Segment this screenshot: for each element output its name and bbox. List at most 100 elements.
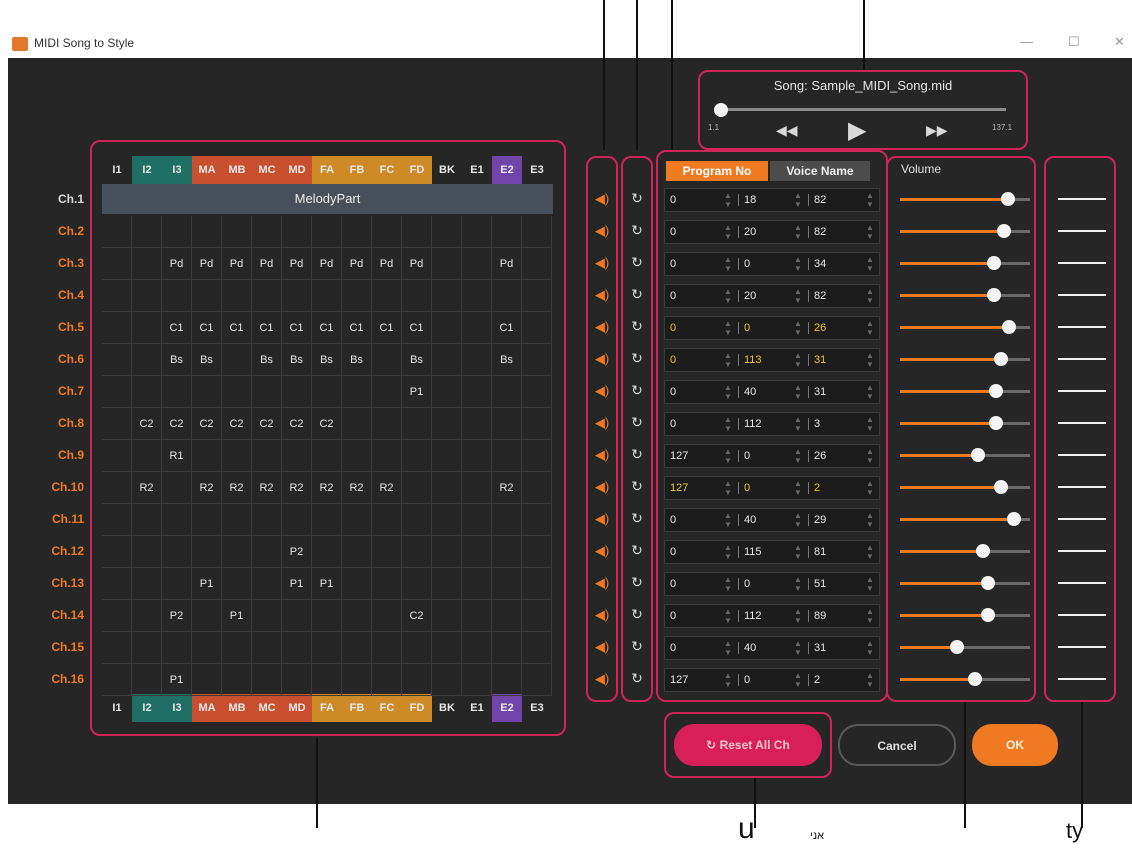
pan-indicator[interactable] — [1058, 262, 1106, 264]
program-input[interactable]: 0 — [670, 252, 676, 276]
grid-cell[interactable]: R2 — [192, 472, 222, 504]
grid-cell[interactable] — [192, 536, 222, 568]
part-header-fb[interactable]: FB — [342, 156, 372, 184]
part-header-i3[interactable]: I3 — [162, 156, 192, 184]
grid-cell[interactable] — [132, 216, 162, 248]
part-header-e3[interactable]: E3 — [522, 694, 552, 722]
minimize-button[interactable]: — — [1020, 34, 1033, 49]
grid-cell[interactable] — [222, 216, 252, 248]
reset-icon[interactable]: ↻ — [626, 542, 648, 559]
spin-arrows-icon[interactable]: ▲ ▼ — [866, 287, 876, 305]
grid-cell[interactable] — [102, 440, 132, 472]
msb-input[interactable]: 115 — [744, 540, 762, 564]
lsb-input[interactable]: 2 — [814, 668, 820, 692]
msb-input[interactable]: 0 — [744, 476, 750, 500]
part-header-e3[interactable]: E3 — [522, 156, 552, 184]
spin-arrows-icon[interactable]: ▲ ▼ — [794, 447, 804, 465]
grid-cell[interactable]: Pd — [282, 248, 312, 280]
part-header-fb[interactable]: FB — [342, 694, 372, 722]
rewind-icon[interactable]: ◀◀ — [776, 122, 798, 139]
grid-cell[interactable] — [342, 568, 372, 600]
grid-cell[interactable]: R2 — [222, 472, 252, 504]
msb-input[interactable]: 0 — [744, 316, 750, 340]
spin-arrows-icon[interactable]: ▲ ▼ — [724, 255, 734, 273]
speaker-icon[interactable]: ◀) — [591, 223, 613, 239]
voice-input-row[interactable] — [664, 476, 880, 500]
grid-cell[interactable] — [162, 632, 192, 664]
grid-cell[interactable]: R2 — [282, 472, 312, 504]
grid-cell[interactable] — [432, 344, 462, 376]
close-button[interactable]: ✕ — [1114, 34, 1125, 50]
grid-cell[interactable] — [372, 376, 402, 408]
grid-cell[interactable] — [432, 408, 462, 440]
grid-cell[interactable] — [372, 568, 402, 600]
lsb-input[interactable]: 51 — [814, 572, 826, 596]
grid-cell[interactable] — [492, 376, 522, 408]
grid-cell[interactable] — [132, 280, 162, 312]
spin-arrows-icon[interactable]: ▲ ▼ — [794, 479, 804, 497]
grid-cell[interactable]: P2 — [282, 536, 312, 568]
program-input[interactable]: 0 — [670, 636, 676, 660]
grid-cell[interactable]: C1 — [492, 312, 522, 344]
grid-cell[interactable] — [372, 632, 402, 664]
lsb-input[interactable]: 82 — [814, 188, 826, 212]
volume-knob[interactable] — [981, 576, 995, 590]
speaker-icon[interactable]: ◀) — [591, 383, 613, 399]
grid-cell[interactable]: R2 — [372, 472, 402, 504]
grid-cell[interactable] — [282, 440, 312, 472]
program-input[interactable]: 127 — [670, 444, 688, 468]
grid-cell[interactable] — [522, 504, 552, 536]
spin-arrows-icon[interactable]: ▲ ▼ — [794, 415, 804, 433]
grid-cell[interactable]: P1 — [192, 568, 222, 600]
pan-indicator[interactable] — [1058, 550, 1106, 552]
volume-knob[interactable] — [981, 608, 995, 622]
lsb-input[interactable]: 26 — [814, 316, 826, 340]
reset-icon[interactable]: ↻ — [626, 574, 648, 591]
reset-icon[interactable]: ↻ — [626, 510, 648, 527]
grid-cell[interactable] — [522, 600, 552, 632]
grid-cell[interactable] — [522, 632, 552, 664]
grid-cell[interactable] — [522, 312, 552, 344]
volume-knob[interactable] — [1007, 512, 1021, 526]
msb-input[interactable]: 40 — [744, 380, 756, 404]
grid-cell[interactable] — [312, 632, 342, 664]
grid-cell[interactable]: C2 — [282, 408, 312, 440]
grid-cell[interactable]: R1 — [162, 440, 192, 472]
grid-cell[interactable] — [132, 568, 162, 600]
spin-arrows-icon[interactable]: ▲ ▼ — [724, 223, 734, 241]
grid-cell[interactable]: Bs — [492, 344, 522, 376]
grid-cell[interactable] — [102, 568, 132, 600]
grid-cell[interactable] — [312, 600, 342, 632]
fast-forward-icon[interactable]: ▶▶ — [926, 122, 948, 139]
grid-cell[interactable]: Pd — [252, 248, 282, 280]
grid-cell[interactable] — [342, 536, 372, 568]
grid-cell[interactable] — [402, 280, 432, 312]
spin-arrows-icon[interactable]: ▲ ▼ — [866, 511, 876, 529]
lsb-input[interactable]: 31 — [814, 636, 826, 660]
lsb-input[interactable]: 3 — [814, 412, 820, 436]
part-header-i1[interactable]: I1 — [102, 156, 132, 184]
speaker-icon[interactable]: ◀) — [591, 607, 613, 623]
grid-cell[interactable] — [522, 664, 552, 696]
grid-cell[interactable] — [132, 504, 162, 536]
grid-cell[interactable]: C1 — [312, 312, 342, 344]
grid-cell[interactable] — [402, 216, 432, 248]
grid-cell[interactable]: Pd — [492, 248, 522, 280]
grid-cell[interactable] — [192, 504, 222, 536]
spin-arrows-icon[interactable]: ▲ ▼ — [866, 223, 876, 241]
grid-cell[interactable] — [402, 632, 432, 664]
grid-cell[interactable] — [432, 440, 462, 472]
pan-indicator[interactable] — [1058, 614, 1106, 616]
grid-cell[interactable] — [132, 600, 162, 632]
grid-cell[interactable] — [462, 472, 492, 504]
grid-cell[interactable]: Bs — [342, 344, 372, 376]
spin-arrows-icon[interactable]: ▲ ▼ — [866, 543, 876, 561]
grid-cell[interactable] — [432, 216, 462, 248]
grid-cell[interactable] — [342, 440, 372, 472]
volume-knob[interactable] — [997, 224, 1011, 238]
pan-indicator[interactable] — [1058, 646, 1106, 648]
speaker-icon[interactable]: ◀) — [591, 191, 613, 207]
program-input[interactable]: 127 — [670, 668, 688, 692]
grid-cell[interactable] — [192, 440, 222, 472]
grid-cell[interactable] — [462, 568, 492, 600]
